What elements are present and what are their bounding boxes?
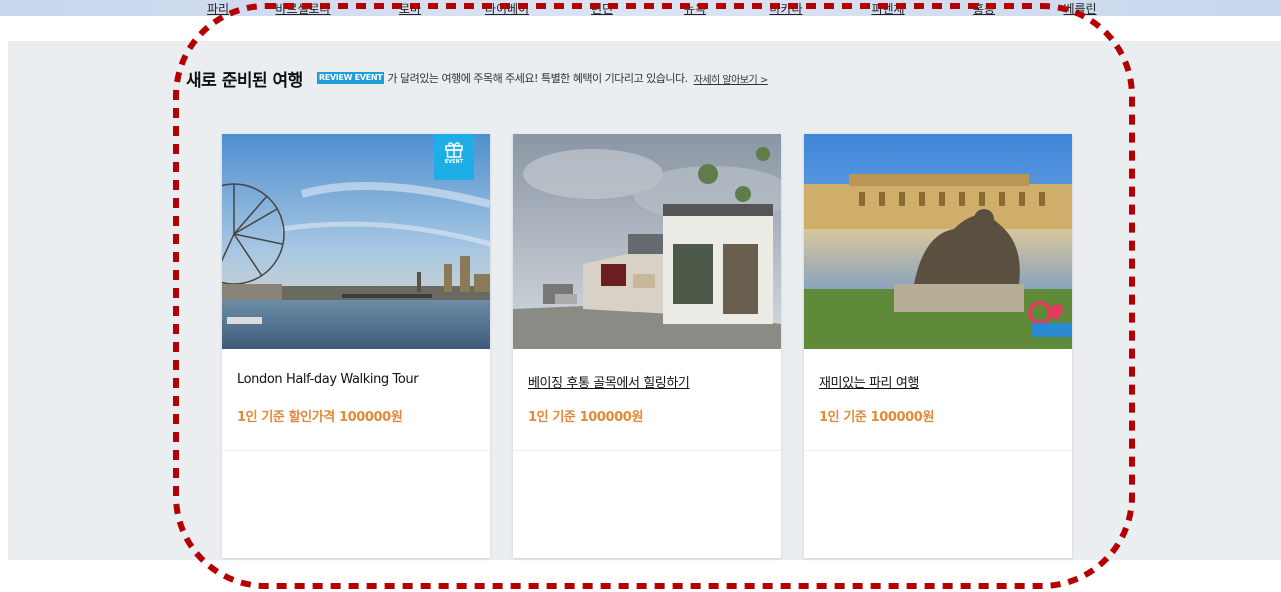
card-divider: [222, 450, 490, 451]
gift-icon: [445, 142, 463, 158]
card-title[interactable]: London Half-day Walking Tour: [237, 372, 419, 387]
page: 파리 바르셀로나 로마 타이베이 런던 뉴욕 마카나 피렌체 홍콩 베를린 새로…: [0, 0, 1281, 592]
city-link-barcelona[interactable]: 바르셀로나: [275, 2, 330, 16]
card-price: 1인 기준 100000원: [819, 410, 935, 425]
card-price: 1인 기준 100000원: [528, 410, 644, 425]
card-divider: [513, 450, 781, 451]
city-link-newyork[interactable]: 뉴욕: [684, 2, 706, 16]
trip-card-london[interactable]: EVENT London Half-day Walking Tour 1인 기준…: [222, 134, 490, 558]
detail-link[interactable]: 자세히 알아보기 >: [694, 71, 769, 86]
city-link-london[interactable]: 런던: [591, 2, 613, 16]
card-title[interactable]: 재미있는 파리 여행: [819, 372, 919, 391]
london-photo[interactable]: EVENT: [222, 134, 490, 349]
paris-photo[interactable]: [804, 134, 1072, 349]
city-link-makana[interactable]: 마카나: [769, 2, 802, 16]
trip-card-paris[interactable]: 재미있는 파리 여행 1인 기준 100000원: [804, 134, 1072, 558]
event-label: EVENT: [444, 159, 464, 165]
city-link-florence[interactable]: 피렌체: [871, 2, 904, 16]
city-link-rome[interactable]: 로마: [399, 2, 421, 16]
card-title[interactable]: 베이징 후통 골목에서 힐링하기: [528, 372, 690, 391]
city-nav: 파리 바르셀로나 로마 타이베이 런던 뉴욕 마카나 피렌체 홍콩 베를린: [0, 0, 1281, 22]
city-link-hongkong[interactable]: 홍콩: [973, 2, 995, 16]
review-event-badge: REVIEW EVENT: [316, 72, 385, 84]
city-link-paris[interactable]: 파리: [207, 2, 229, 16]
section-title: 새로 준비된 여행: [186, 70, 303, 91]
card-divider: [804, 450, 1072, 451]
card-price: 1인 기준 할인가격 100000원: [237, 410, 403, 425]
city-link-berlin[interactable]: 베를린: [1063, 2, 1096, 16]
city-link-taipei[interactable]: 타이베이: [485, 2, 529, 16]
trip-card-beijing[interactable]: 베이징 후통 골목에서 힐링하기 1인 기준 100000원: [513, 134, 781, 558]
beijing-photo[interactable]: [513, 134, 781, 349]
travel-logo-mark: [1028, 301, 1072, 337]
section-heading: 새로 준비된 여행 REVIEW EVENT 가 달려있는 여행에 주목해 주세…: [186, 66, 769, 91]
section-description: 가 달려있는 여행에 주목해 주세요! 특별한 혜택이 기다리고 있습니다.: [387, 72, 688, 85]
event-badge: EVENT: [434, 134, 474, 180]
